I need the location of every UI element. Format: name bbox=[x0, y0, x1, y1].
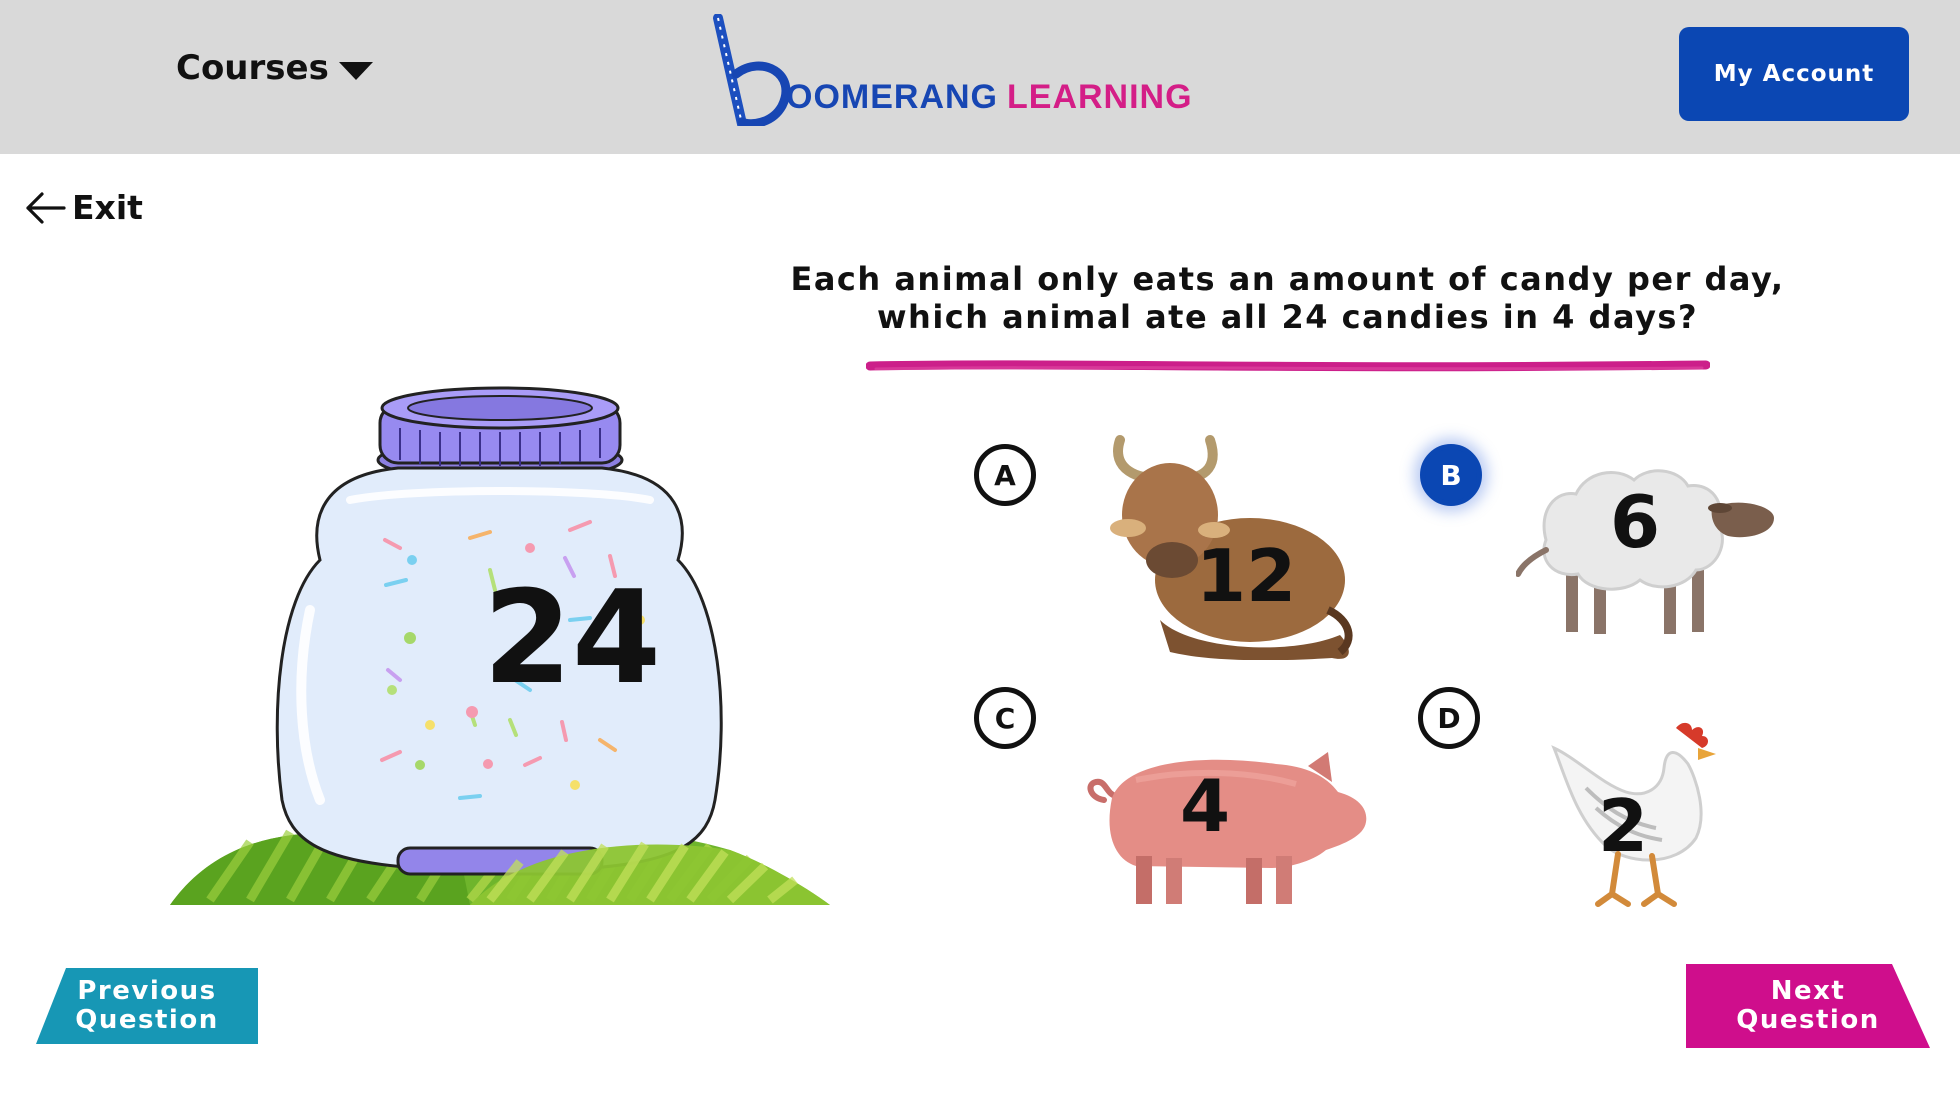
option-d-chicken[interactable]: 2 bbox=[1546, 718, 1722, 912]
option-c-badge[interactable]: C bbox=[974, 687, 1036, 749]
chevron-down-icon bbox=[338, 62, 373, 80]
question-underline bbox=[866, 360, 1710, 372]
brand-logo[interactable]: OOMERANG LEARNING bbox=[712, 14, 1192, 126]
option-c-number: 4 bbox=[1180, 764, 1231, 848]
next-question-button[interactable]: Next Question bbox=[1686, 964, 1930, 1048]
option-b-sheep[interactable]: 6 bbox=[1515, 450, 1778, 640]
next-question-label: Next Question bbox=[1736, 976, 1880, 1035]
exit-label: Exit bbox=[72, 188, 143, 227]
option-a-number: 12 bbox=[1196, 534, 1297, 618]
option-d-badge[interactable]: D bbox=[1418, 687, 1480, 749]
option-a-cow[interactable]: 12 bbox=[1100, 420, 1360, 661]
my-account-button[interactable]: My Account bbox=[1679, 27, 1909, 121]
previous-question-button[interactable]: Previous Question bbox=[36, 968, 258, 1044]
arrow-left-icon bbox=[26, 191, 66, 224]
top-nav-bar: Courses OOMERANG LEARNING My Account bbox=[0, 0, 1960, 154]
jar-candy-count: 24 bbox=[482, 564, 662, 713]
exit-link[interactable]: Exit bbox=[24, 188, 143, 227]
courses-dropdown[interactable]: Courses bbox=[176, 48, 373, 88]
logo-text-boomerang: OOMERANG bbox=[786, 78, 998, 116]
question-text: Each animal only eats an amount of candy… bbox=[790, 260, 1785, 336]
courses-label: Courses bbox=[176, 48, 329, 88]
logo-text-learning: LEARNING bbox=[1007, 78, 1193, 116]
option-c-pig[interactable]: 4 bbox=[1076, 740, 1370, 908]
option-d-number: 2 bbox=[1598, 784, 1649, 868]
option-b-badge[interactable]: B bbox=[1420, 444, 1482, 506]
candy-jar-illustration: 24 bbox=[170, 380, 830, 910]
previous-question-label: Previous Question bbox=[75, 976, 219, 1035]
option-b-number: 6 bbox=[1610, 480, 1661, 564]
option-a-badge[interactable]: A bbox=[974, 444, 1036, 506]
